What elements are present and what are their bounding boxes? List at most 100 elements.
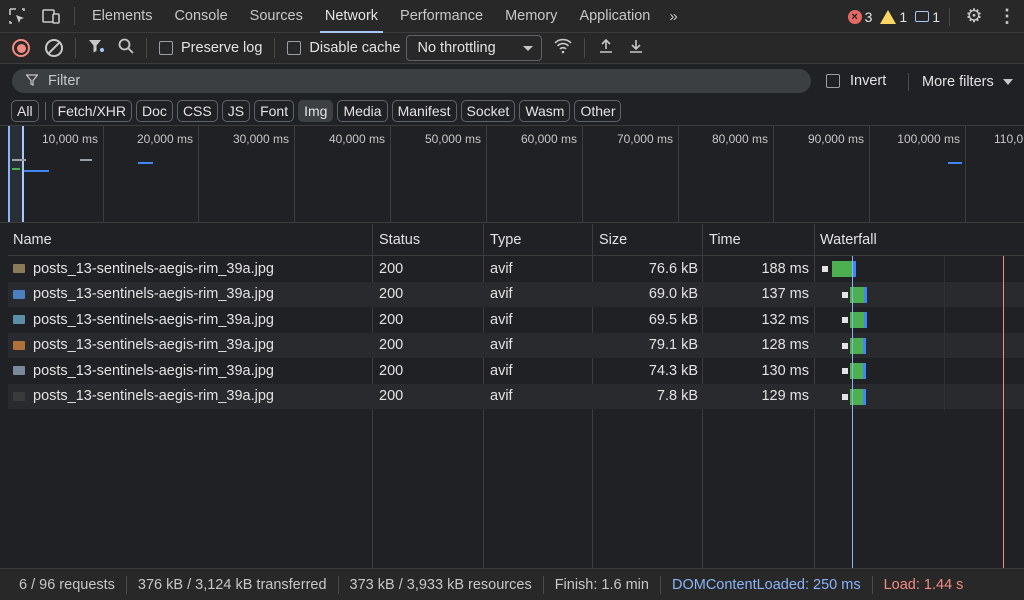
type-chip-socket[interactable]: Socket bbox=[460, 100, 516, 122]
overview-request-bar bbox=[138, 162, 153, 164]
chevron-down-icon bbox=[1002, 79, 1013, 85]
request-table: Name Status Type Size Time Waterfall pos… bbox=[8, 224, 1024, 568]
column-header-waterfall[interactable]: Waterfall bbox=[815, 224, 1024, 256]
table-header: Name Status Type Size Time Waterfall bbox=[8, 224, 1024, 256]
type-chip-doc[interactable]: Doc bbox=[136, 100, 173, 122]
type-chip-css[interactable]: CSS bbox=[176, 100, 218, 122]
overview-tick-label: 110,0 bbox=[994, 132, 1024, 146]
network-conditions-wifi-icon[interactable] bbox=[548, 38, 578, 59]
request-status: 200 bbox=[379, 286, 404, 303]
warning-count-value: 1 bbox=[899, 8, 908, 25]
request-type: avif bbox=[490, 337, 513, 354]
load-time: Load: 1.44 s bbox=[883, 576, 964, 593]
export-har-download-icon[interactable] bbox=[621, 38, 651, 59]
preserve-log-checkbox[interactable] bbox=[159, 41, 173, 55]
resource-type-filters: All Fetch/XHR Doc CSS JS Font Img Media … bbox=[11, 100, 622, 122]
column-header-name[interactable]: Name bbox=[8, 224, 372, 256]
request-name-cell[interactable]: posts_13-sentinels-aegis-rim_39a.jpg bbox=[13, 307, 368, 333]
table-row[interactable]: posts_13-sentinels-aegis-rim_39a.jpg 200 a… bbox=[8, 358, 1024, 384]
throttling-select[interactable]: No throttling bbox=[406, 35, 543, 61]
invert-checkbox[interactable] bbox=[826, 74, 840, 88]
overview-request-bar bbox=[12, 168, 20, 170]
settings-gear-icon[interactable]: ⚙ bbox=[958, 5, 990, 28]
table-row[interactable]: posts_13-sentinels-aegis-rim_39a.jpg 200 a… bbox=[8, 332, 1024, 359]
request-time: 129 ms bbox=[761, 388, 809, 405]
table-row[interactable]: posts_13-sentinels-aegis-rim_39a.jpg 200 a… bbox=[8, 307, 1024, 333]
filter-input[interactable]: Filter bbox=[12, 69, 811, 93]
type-chip-fetch-xhr[interactable]: Fetch/XHR bbox=[51, 100, 133, 122]
overview-gridline bbox=[773, 126, 774, 222]
column-header-size[interactable]: Size bbox=[594, 224, 702, 256]
filter-toggle-icon[interactable] bbox=[88, 39, 104, 58]
divider bbox=[337, 575, 339, 594]
overview-request-bar bbox=[12, 159, 26, 161]
request-status: 200 bbox=[379, 337, 404, 354]
message-icon bbox=[915, 11, 930, 22]
request-name-cell[interactable]: posts_13-sentinels-aegis-rim_39a.jpg bbox=[13, 333, 368, 359]
inspect-element-icon[interactable] bbox=[0, 0, 34, 33]
throttling-value: No throttling bbox=[417, 40, 496, 56]
invert-toggle[interactable]: Invert bbox=[826, 73, 886, 89]
devtools-tab-bar: Elements Console Sources Network Perform… bbox=[0, 0, 1024, 33]
more-tabs-chevron-icon[interactable]: » bbox=[661, 8, 685, 25]
type-chip-all[interactable]: All bbox=[11, 100, 39, 122]
type-chip-img[interactable]: Img bbox=[298, 100, 334, 122]
tab-console[interactable]: Console bbox=[163, 0, 238, 33]
type-chip-manifest[interactable]: Manifest bbox=[391, 100, 457, 122]
table-row[interactable]: posts_13-sentinels-aegis-rim_39a.jpg 200 a… bbox=[8, 383, 1024, 410]
table-row[interactable]: posts_13-sentinels-aegis-rim_39a.jpg 200 a… bbox=[8, 256, 1024, 282]
request-name-cell[interactable]: posts_13-sentinels-aegis-rim_39a.jpg bbox=[13, 256, 368, 282]
overview-request-bar bbox=[24, 170, 49, 172]
request-name-cell[interactable]: posts_13-sentinels-aegis-rim_39a.jpg bbox=[13, 358, 368, 384]
request-time: 188 ms bbox=[761, 260, 809, 277]
more-filters-dropdown[interactable]: More filters bbox=[908, 73, 1013, 91]
search-icon[interactable] bbox=[118, 38, 134, 59]
tab-network[interactable]: Network bbox=[314, 0, 389, 33]
request-status: 200 bbox=[379, 388, 404, 405]
column-header-status[interactable]: Status bbox=[374, 224, 484, 256]
waterfall-download-bar bbox=[864, 312, 867, 328]
waterfall-queue-marker bbox=[842, 368, 848, 374]
type-chip-other[interactable]: Other bbox=[574, 100, 622, 122]
tab-sources[interactable]: Sources bbox=[239, 0, 314, 33]
table-row[interactable]: posts_13-sentinels-aegis-rim_39a.jpg 200 a… bbox=[8, 281, 1024, 308]
tab-application[interactable]: Application bbox=[568, 0, 661, 33]
warning-count[interactable]: 1 bbox=[880, 9, 907, 25]
issues-counter[interactable]: × 3 1 1 bbox=[847, 0, 940, 33]
import-har-upload-icon[interactable] bbox=[591, 38, 621, 59]
stop-recording-icon[interactable] bbox=[12, 39, 30, 57]
request-size: 69.0 kB bbox=[648, 286, 698, 303]
chevron-down-icon bbox=[523, 46, 534, 51]
type-chip-media[interactable]: Media bbox=[337, 100, 388, 122]
customize-menu-icon[interactable]: ⋮ bbox=[990, 6, 1024, 27]
network-overview-timeline[interactable]: 10,000 ms 20,000 ms 30,000 ms 40,000 ms 50,0… bbox=[0, 125, 1024, 223]
request-size: 7.8 kB bbox=[656, 388, 698, 405]
type-chip-wasm[interactable]: Wasm bbox=[519, 100, 571, 122]
disable-cache-checkbox[interactable] bbox=[287, 41, 302, 55]
message-count[interactable]: 1 bbox=[915, 9, 940, 25]
dom-content-loaded-marker bbox=[852, 256, 853, 568]
clear-log-icon[interactable] bbox=[45, 39, 63, 57]
waterfall-download-bar bbox=[863, 363, 866, 379]
network-summary-bar: 6 / 96 requests 376 kB / 3,124 kB transf… bbox=[0, 568, 1024, 600]
overview-tick-label: 40,000 ms bbox=[328, 132, 385, 146]
divider bbox=[146, 38, 147, 58]
dom-content-loaded-time: DOMContentLoaded: 250 ms bbox=[671, 576, 861, 593]
type-chip-font[interactable]: Font bbox=[254, 100, 295, 122]
request-name-cell[interactable]: posts_13-sentinels-aegis-rim_39a.jpg bbox=[13, 384, 368, 410]
device-toolbar-icon[interactable] bbox=[34, 0, 68, 33]
error-count[interactable]: × 3 bbox=[847, 9, 872, 25]
tab-elements[interactable]: Elements bbox=[81, 0, 163, 33]
tab-performance[interactable]: Performance bbox=[389, 0, 494, 33]
type-chip-js[interactable]: JS bbox=[221, 100, 251, 122]
request-name-cell[interactable]: posts_13-sentinels-aegis-rim_39a.jpg bbox=[13, 282, 368, 308]
request-size: 74.3 kB bbox=[648, 362, 698, 379]
overview-gridline bbox=[582, 126, 583, 222]
column-header-type[interactable]: Type bbox=[485, 224, 593, 256]
column-header-time[interactable]: Time bbox=[704, 224, 814, 256]
overview-tick-label: 10,000 ms bbox=[41, 132, 98, 146]
overview-request-bar bbox=[80, 159, 92, 161]
tab-memory[interactable]: Memory bbox=[494, 0, 568, 33]
request-type: avif bbox=[490, 286, 513, 303]
divider bbox=[74, 7, 75, 25]
